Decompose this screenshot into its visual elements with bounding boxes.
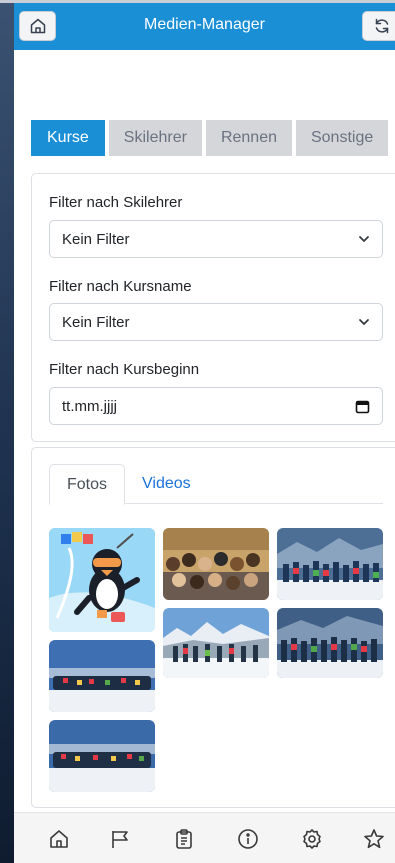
tab-skilehrer[interactable]: Skilehrer [108,120,202,156]
calendar-icon[interactable] [355,399,370,414]
settings-icon[interactable] [300,827,324,851]
group-photo-image [277,528,383,600]
group-photo-image [163,608,269,678]
tab-rennen[interactable]: Rennen [205,120,292,156]
photo-thumbnail[interactable] [277,528,383,600]
info-icon[interactable] [236,827,260,851]
tab-sonstige[interactable]: Sonstige [295,120,389,156]
desktop-background [0,0,14,863]
media-card: Fotos Videos [31,447,395,808]
star-icon[interactable] [362,827,386,851]
filter-card: Filter nach Skilehrer Kein Filter Filter… [31,173,395,442]
app-header: Medien-Manager [14,3,395,50]
group-photo-image [49,640,155,712]
photo-thumbnail[interactable] [49,640,155,712]
clipboard-icon[interactable] [172,827,196,851]
photo-thumbnail[interactable] [49,720,155,792]
course-start-date-input[interactable]: tt.mm.jjjj [49,387,383,425]
tab-fotos[interactable]: Fotos [49,464,126,505]
photo-thumbnail[interactable] [163,528,269,600]
bottom-navigation [14,812,395,863]
chevron-down-icon [359,319,369,325]
group-photo-image [163,528,269,600]
tab-kurse[interactable]: Kurse [31,120,105,156]
home-icon[interactable] [47,827,71,851]
penguin-mascot-image [49,528,155,632]
photo-thumbnail[interactable] [163,608,269,678]
course-name-filter-select[interactable]: Kein Filter [49,303,383,341]
instructor-filter-select[interactable]: Kein Filter [49,220,383,258]
course-name-filter-value: Kein Filter [62,313,130,331]
chevron-down-icon [359,236,369,242]
category-tabs: Kurse Skilehrer Rennen Sonstige [31,120,389,156]
course-start-date-value: tt.mm.jjjj [62,397,117,415]
tab-videos[interactable]: Videos [125,464,208,504]
reload-button[interactable] [362,11,395,41]
flag-icon[interactable] [108,827,132,851]
instructor-filter-label: Filter nach Skilehrer [49,194,183,211]
course-start-filter-label: Filter nach Kursbeginn [49,361,200,378]
media-tabs: Fotos Videos [49,464,383,505]
app-title: Medien-Manager [144,16,265,33]
app-window: Medien-Manager Kurse Skilehrer Rennen So… [14,3,395,863]
course-name-filter-label: Filter nach Kursname [49,278,192,295]
instructor-filter-value: Kein Filter [62,230,130,248]
photo-thumbnail[interactable] [277,608,383,678]
group-photo-image [49,720,155,792]
photo-thumbnail[interactable] [49,528,155,632]
group-photo-image [277,608,383,678]
refresh-icon [375,18,389,34]
